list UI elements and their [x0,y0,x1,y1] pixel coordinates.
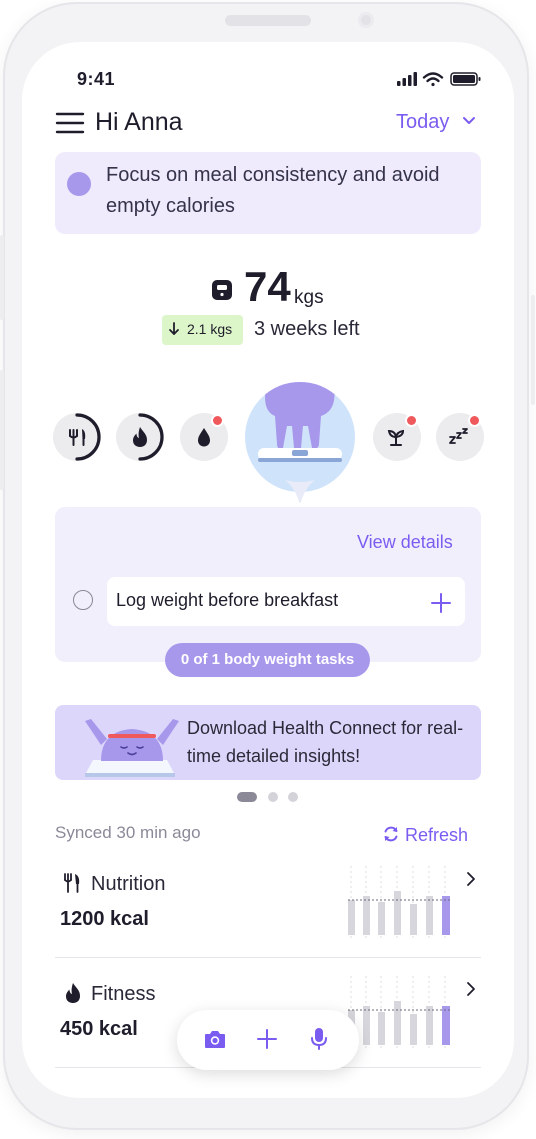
divider [55,957,481,958]
fitness-tracker-button[interactable] [116,413,164,461]
greeting-title: Hi Anna [95,108,183,136]
refresh-icon[interactable] [382,825,400,843]
nutrition-mini-chart [348,866,450,938]
flame-icon [133,427,147,447]
camera-icon[interactable] [204,1029,226,1049]
nutrition-tracker-button[interactable] [53,413,101,461]
battery-icon [450,72,481,86]
nutrition-value: 1200 kcal [60,908,149,930]
focus-indicator-dot [67,172,91,196]
fitness-label: Fitness [91,983,156,1005]
refresh-button[interactable]: Refresh [405,825,468,846]
task-progress-pill: 0 of 1 body weight tasks [165,643,370,677]
flame-icon [66,983,80,1003]
quick-action-bar [177,1010,359,1070]
side-button [0,235,4,320]
task-label: Log weight before breakfast [116,590,339,610]
task-checkbox[interactable] [73,590,93,610]
status-time: 9:41 [77,69,116,89]
weight-change-value: 2.1 kgs [187,321,233,337]
nutrition-label: Nutrition [91,873,166,895]
view-details-link[interactable]: View details [357,532,453,553]
phone-speaker [225,15,311,26]
plus-icon[interactable] [256,1028,278,1050]
wifi-icon [422,72,444,87]
focus-tip-text: Focus on meal consistency and avoid empt… [106,164,440,217]
time-left-text: 3 weeks left [254,318,360,340]
status-icons [397,72,481,87]
scale-icon [212,280,232,300]
scale-person-icon [258,382,342,462]
sync-status: Synced 30 min ago [55,823,201,842]
current-weight-value: 74 [244,263,291,310]
carousel-indicator[interactable] [237,791,301,803]
hamburger-menu-icon[interactable] [55,112,85,134]
weight-tracker-hero[interactable] [245,382,355,492]
fork-knife-icon [69,429,86,446]
microphone-icon[interactable] [310,1027,328,1051]
water-notification-dot [211,414,224,427]
arrow-down-icon [169,322,179,335]
chevron-down-icon[interactable] [462,116,476,126]
chevron-right-icon[interactable] [466,981,476,997]
fork-knife-icon [64,873,80,893]
hero-pointer [285,480,315,503]
chevron-right-icon[interactable] [466,871,476,887]
mascot-illustration [85,719,179,777]
weight-unit: kgs [294,287,324,308]
cellular-signal-icon [397,72,417,86]
health-connect-text: Download Health Connect for real-time de… [187,718,464,766]
side-button [0,370,4,490]
plus-icon[interactable] [430,592,452,614]
period-selector[interactable]: Today [396,111,449,134]
side-button [531,295,535,405]
fitness-mini-chart [348,976,450,1048]
sleep-notification-dot [468,414,481,427]
plant-notification-dot [405,414,418,427]
phone-camera [358,12,374,28]
fitness-value: 450 kcal [60,1018,138,1040]
